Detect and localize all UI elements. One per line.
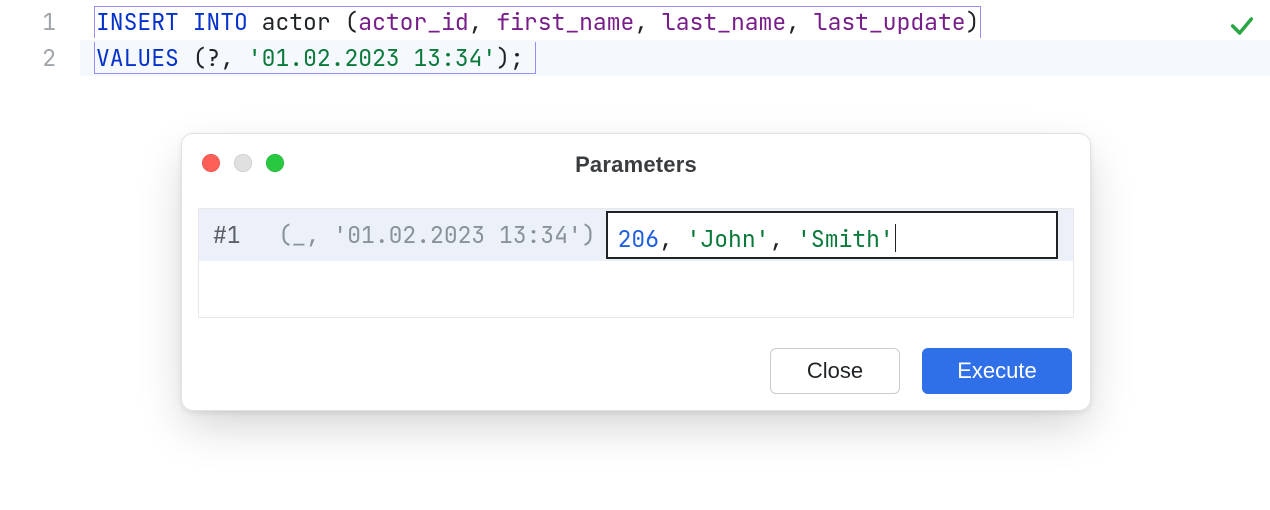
- input-string: 'John': [687, 224, 770, 254]
- column: first_name: [496, 7, 634, 37]
- parameters-list: #1 (_, '01.02.2023 13:34') 206, 'John', …: [198, 208, 1074, 318]
- column: last_name: [662, 7, 786, 37]
- code-line-2[interactable]: VALUES (?, '01.02.2023 13:34');: [80, 40, 1270, 76]
- input-number: 206: [618, 224, 659, 254]
- punct: ,: [769, 224, 783, 254]
- line-gutter: 1 2: [0, 0, 80, 76]
- punct: ,: [634, 7, 648, 37]
- code-line-1[interactable]: INSERT INTO actor (actor_id, first_name,…: [80, 4, 1270, 40]
- punct: (: [193, 43, 207, 73]
- keyword: VALUES: [96, 43, 179, 73]
- punct: ,: [659, 224, 673, 254]
- parameter-row: #1 (_, '01.02.2023 13:34') 206, 'John', …: [199, 209, 1073, 261]
- punct: ): [496, 43, 510, 73]
- line-number: 1: [0, 4, 56, 40]
- punct: ): [966, 7, 980, 37]
- punct: ,: [786, 7, 800, 37]
- column: actor_id: [358, 7, 468, 37]
- punct: ,: [220, 43, 234, 73]
- code-area[interactable]: INSERT INTO actor (actor_id, first_name,…: [80, 4, 1270, 76]
- param-index: #1: [199, 209, 241, 261]
- string: '01.02.2023 13:34': [248, 43, 496, 73]
- text-caret: [895, 224, 896, 252]
- keyword: INSERT: [96, 7, 179, 37]
- dialog-title: Parameters: [182, 152, 1090, 178]
- keyword: INTO: [193, 7, 248, 37]
- punct: (: [344, 7, 358, 37]
- column: last_update: [814, 7, 966, 37]
- parameters-dialog: Parameters #1 (_, '01.02.2023 13:34') 20…: [181, 133, 1091, 411]
- identifier: actor: [262, 7, 331, 37]
- param-value-input[interactable]: 206, 'John', 'Smith': [606, 211, 1059, 259]
- punct: ;: [510, 43, 524, 73]
- param-pattern: (_, '01.02.2023 13:34'): [268, 209, 595, 261]
- execute-button[interactable]: Execute: [922, 348, 1072, 394]
- punct: ,: [469, 7, 483, 37]
- dialog-buttons: Close Execute: [770, 348, 1072, 394]
- placeholder: ?: [206, 43, 220, 73]
- close-button[interactable]: Close: [770, 348, 900, 394]
- status-ok-icon: [1228, 12, 1256, 40]
- input-string: 'Smith': [797, 224, 894, 254]
- line-number: 2: [0, 40, 56, 76]
